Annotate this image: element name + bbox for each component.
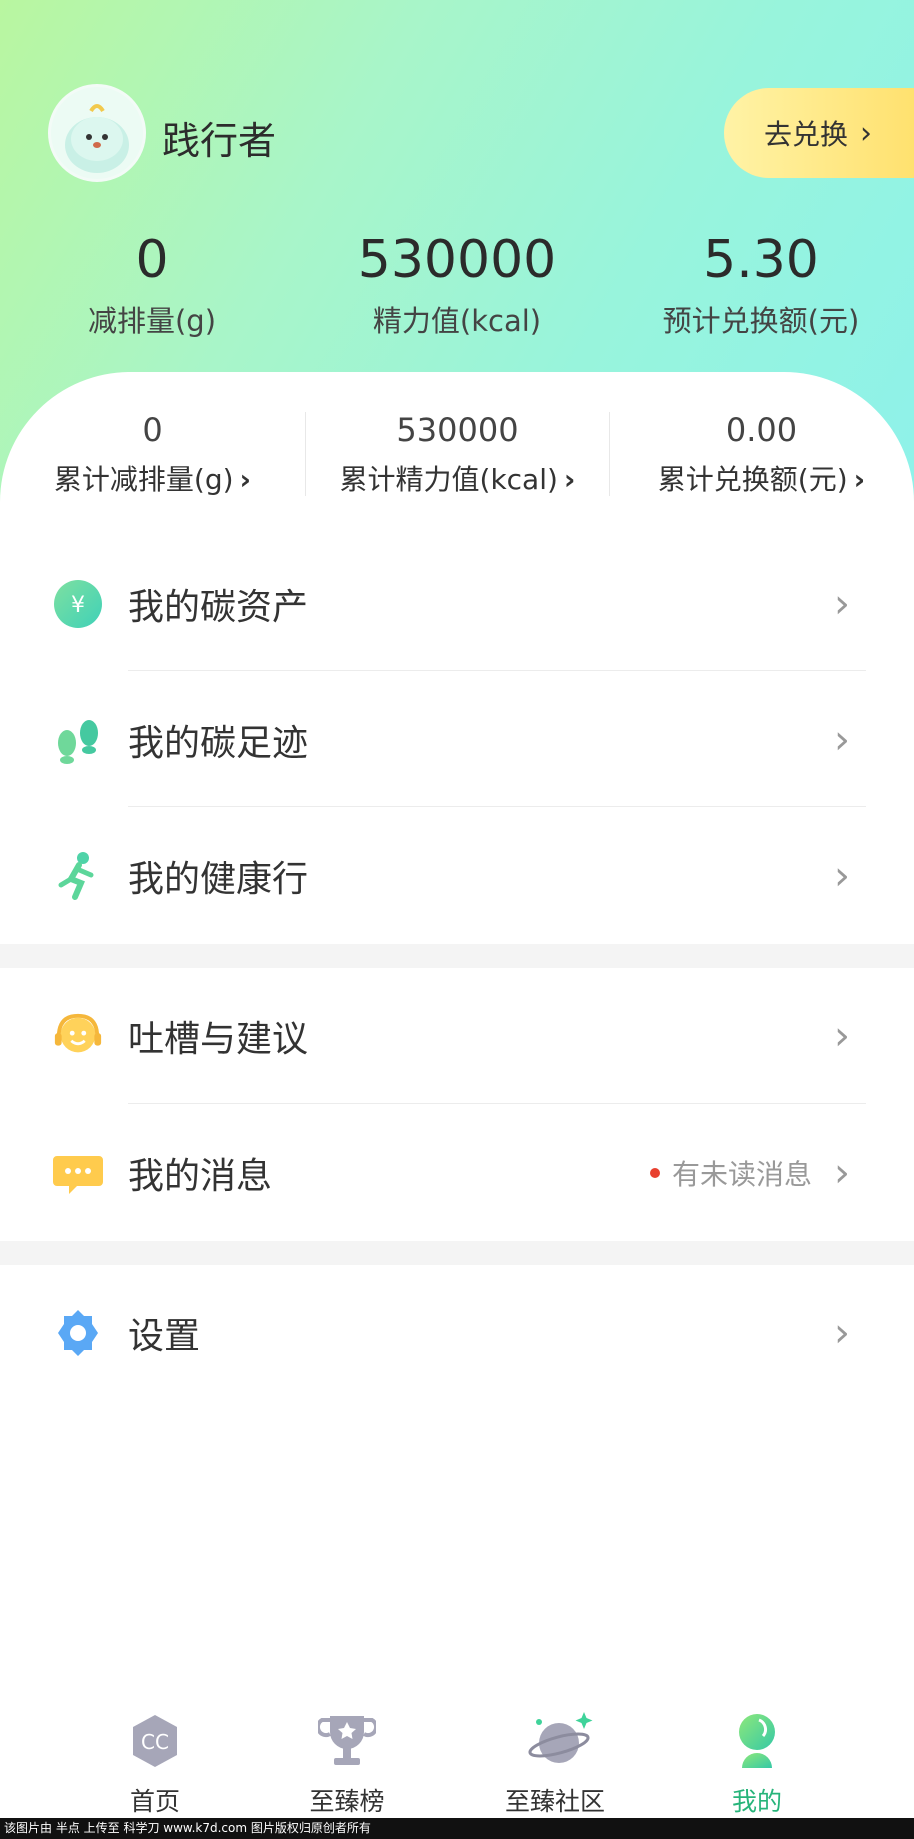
- svg-text:CC: CC: [141, 1730, 169, 1754]
- tab-label: 至臻榜: [309, 1787, 385, 1816]
- menu-item-carbon-assets[interactable]: ¥ 我的碳资产 ›: [0, 536, 914, 672]
- avatar[interactable]: [48, 84, 146, 182]
- menu-item-messages[interactable]: 我的消息 有未读消息 ›: [0, 1105, 914, 1241]
- planet-icon: [526, 1712, 593, 1770]
- unread-text: 有未读消息: [672, 1158, 813, 1191]
- section-gap: [0, 944, 914, 968]
- cumulative-exchange[interactable]: 0.00 累计兑换额(元) ›: [609, 410, 914, 498]
- menu-label: 我的碳足迹: [128, 723, 309, 764]
- cumulative-value: 0.00: [725, 411, 798, 449]
- tab-label: 至臻社区: [504, 1787, 605, 1816]
- chevron-right-icon: ›: [834, 1310, 850, 1356]
- chevron-right-icon: ›: [834, 717, 850, 763]
- menu-label: 我的健康行: [128, 859, 309, 900]
- divider: [128, 1103, 866, 1104]
- cumulative-label: 累计精力值(kcal): [339, 463, 558, 496]
- section-gap: [0, 1241, 914, 1265]
- cumulative-label: 累计减排量(g): [53, 463, 234, 496]
- tab-leaderboard[interactable]: 至臻榜: [247, 1712, 447, 1818]
- menu-label: 设置: [128, 1316, 201, 1357]
- cc-home-icon: CC: [126, 1712, 184, 1770]
- tab-label: 首页: [129, 1787, 180, 1816]
- tab-community[interactable]: 至臻社区: [455, 1712, 655, 1818]
- trophy-icon: [315, 1712, 379, 1770]
- chevron-right-icon: ›: [834, 853, 850, 899]
- divider: [128, 806, 866, 807]
- stat-energy: 530000 精力值(kcal): [307, 228, 607, 340]
- tab-home[interactable]: CC 首页: [55, 1712, 255, 1818]
- cumulative-label: 累计兑换额(元): [657, 463, 848, 496]
- redeem-button[interactable]: 去兑换 ›: [724, 88, 914, 178]
- menu-item-feedback[interactable]: 吐槽与建议 ›: [0, 968, 914, 1104]
- username: 践行者: [162, 119, 277, 163]
- stat-emission: 0 减排量(g): [2, 228, 302, 340]
- stat-value: 0: [135, 230, 169, 290]
- unread-dot-icon: [650, 1168, 660, 1178]
- stat-label: 减排量(g): [87, 304, 217, 338]
- running-person-icon: [52, 850, 104, 902]
- watermark-footer: 该图片由 半点 上传至 科学刀 www.k7d.com 图片版权归原创者所有: [0, 1818, 914, 1839]
- headset-smiley-icon: [52, 1010, 104, 1062]
- menu-label: 我的消息: [128, 1156, 273, 1197]
- gear-icon: [52, 1307, 104, 1359]
- footprint-icon: [52, 714, 104, 766]
- menu-label: 我的碳资产: [128, 587, 309, 628]
- divider: [128, 670, 866, 671]
- chevron-right-icon: ›: [239, 463, 252, 496]
- menu-item-settings[interactable]: 设置 ›: [0, 1265, 914, 1401]
- chevron-right-icon: ›: [563, 463, 576, 496]
- unread-badge: 有未读消息: [650, 1153, 812, 1193]
- tab-label: 我的: [731, 1787, 782, 1816]
- chevron-right-icon: ›: [834, 1150, 850, 1196]
- chevron-right-icon: ›: [834, 1013, 850, 1059]
- stat-label: 精力值(kcal): [372, 304, 542, 338]
- menu-item-healthy-travel[interactable]: 我的健康行 ›: [0, 808, 914, 944]
- yuan-coin-icon: ¥: [52, 578, 104, 630]
- menu-label: 吐槽与建议: [128, 1019, 309, 1060]
- stat-estimated-exchange: 5.30 预计兑换额(元): [611, 228, 911, 340]
- svg-text:¥: ¥: [71, 593, 85, 618]
- cumulative-value: 0: [142, 411, 163, 449]
- stat-label: 预计兑换额(元): [662, 304, 860, 338]
- stat-value: 530000: [357, 230, 557, 290]
- chevron-right-icon: ›: [853, 463, 866, 496]
- cumulative-energy[interactable]: 530000 累计精力值(kcal) ›: [305, 410, 610, 498]
- tab-mine[interactable]: 我的: [657, 1712, 857, 1818]
- cumulative-value: 530000: [396, 411, 519, 449]
- chevron-right-icon: ›: [834, 581, 850, 627]
- stat-value: 5.30: [703, 230, 819, 290]
- cumulative-emission[interactable]: 0 累计减排量(g) ›: [0, 410, 305, 498]
- chat-bubble-icon: [52, 1147, 104, 1199]
- chevron-right-icon: ›: [860, 115, 873, 151]
- menu-item-carbon-footprint[interactable]: 我的碳足迹 ›: [0, 672, 914, 808]
- profile-icon: [728, 1712, 786, 1770]
- redeem-label: 去兑换: [764, 118, 849, 151]
